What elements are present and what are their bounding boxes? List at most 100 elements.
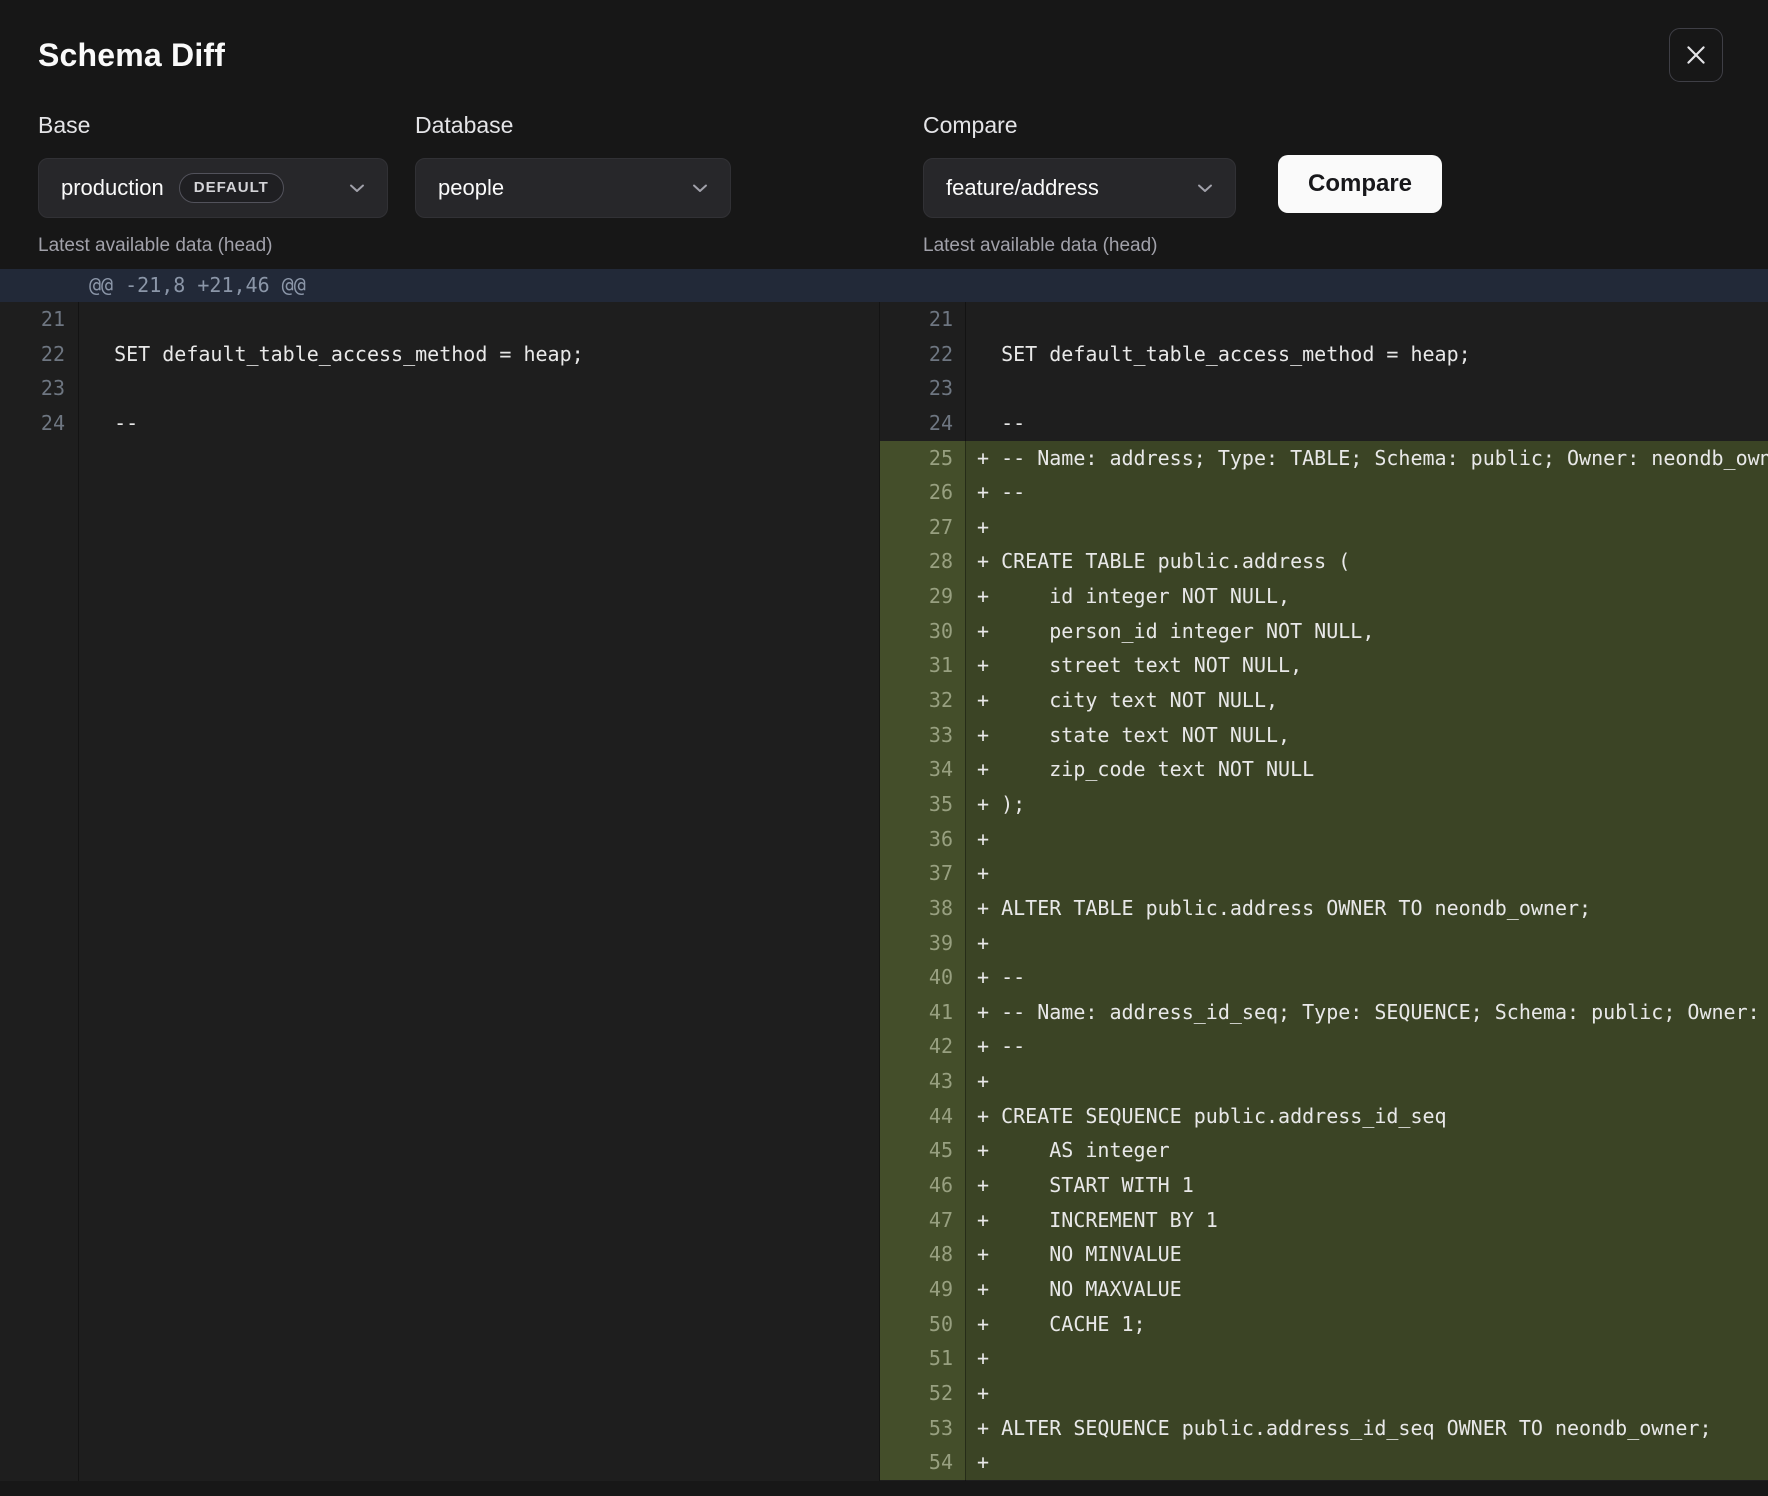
controls-bar: Base production DEFAULT Latest available…: [0, 104, 1768, 257]
line-content: + --: [965, 1029, 1768, 1064]
line-content: + NO MAXVALUE: [965, 1272, 1768, 1307]
compare-select[interactable]: feature/address: [923, 158, 1236, 218]
diff-line: 29+ id integer NOT NULL,: [880, 579, 1768, 614]
line-content: + START WITH 1: [965, 1168, 1768, 1203]
diff-line: 44+ CREATE SEQUENCE public.address_id_se…: [880, 1099, 1768, 1134]
line-content: + city text NOT NULL,: [965, 683, 1768, 718]
line-content: + id integer NOT NULL,: [965, 579, 1768, 614]
line-number: 32: [880, 683, 965, 718]
line-number: 44: [880, 1099, 965, 1134]
line-number: 47: [880, 1203, 965, 1238]
line-content: +: [965, 822, 1768, 857]
diff-line: 22 SET default_table_access_method = hea…: [880, 337, 1768, 372]
diff-line: 31+ street text NOT NULL,: [880, 648, 1768, 683]
line-number: 41: [880, 995, 965, 1030]
line-content: + CACHE 1;: [965, 1307, 1768, 1342]
base-select[interactable]: production DEFAULT: [38, 158, 388, 218]
line-content: + --: [965, 960, 1768, 995]
line-number: 21: [0, 302, 78, 337]
diff-line: 48+ NO MINVALUE: [880, 1237, 1768, 1272]
diff-line: 42+ --: [880, 1029, 1768, 1064]
line-content: +: [965, 1445, 1768, 1480]
diff-line: 24 --: [0, 406, 879, 441]
diff-line: 46+ START WITH 1: [880, 1168, 1768, 1203]
line-content: --: [78, 406, 879, 441]
diff-line: 39+: [880, 926, 1768, 961]
line-content: + ALTER SEQUENCE public.address_id_seq O…: [965, 1411, 1768, 1446]
line-number: 40: [880, 960, 965, 995]
line-number: 23: [880, 371, 965, 406]
line-content: + CREATE SEQUENCE public.address_id_seq: [965, 1099, 1768, 1134]
line-content: SET default_table_access_method = heap;: [965, 337, 1768, 372]
line-content: +: [965, 510, 1768, 545]
schema-diff-modal: Schema Diff Base production DEFAULT: [0, 0, 1768, 1481]
line-content: + person_id integer NOT NULL,: [965, 614, 1768, 649]
database-column: Database people: [415, 112, 731, 218]
diff-line: 45+ AS integer: [880, 1133, 1768, 1168]
diff-line: 32+ city text NOT NULL,: [880, 683, 1768, 718]
line-number: 48: [880, 1237, 965, 1272]
diff-line: 23: [0, 371, 879, 406]
diff-line: 28+ CREATE TABLE public.address (: [880, 544, 1768, 579]
diff-line: 38+ ALTER TABLE public.address OWNER TO …: [880, 891, 1768, 926]
line-content: + --: [965, 475, 1768, 510]
line-content: +: [965, 856, 1768, 891]
line-number: 54: [880, 1445, 965, 1480]
line-number: 35: [880, 787, 965, 822]
line-number: 24: [880, 406, 965, 441]
line-number: 49: [880, 1272, 965, 1307]
database-select[interactable]: people: [415, 158, 731, 218]
line-number: 50: [880, 1307, 965, 1342]
compare-hint: Latest available data (head): [923, 235, 1236, 257]
base-value: production: [61, 175, 164, 201]
line-number: 39: [880, 926, 965, 961]
line-content: --: [965, 406, 1768, 441]
compare-button[interactable]: Compare: [1278, 155, 1442, 213]
database-label: Database: [415, 112, 731, 139]
hunk-header: @@ -21,8 +21,46 @@: [0, 269, 879, 302]
hunk-header-row: @@ -21,8 +21,46 @@: [0, 269, 1768, 302]
diff-line: 54+: [880, 1445, 1768, 1480]
line-number: 29: [880, 579, 965, 614]
diff-line: 37+: [880, 856, 1768, 891]
diff-line: 47+ INCREMENT BY 1: [880, 1203, 1768, 1238]
line-number: 42: [880, 1029, 965, 1064]
diff-line: 27+: [880, 510, 1768, 545]
line-content: SET default_table_access_method = heap;: [78, 337, 879, 372]
line-number: 27: [880, 510, 965, 545]
diff-line: 49+ NO MAXVALUE: [880, 1272, 1768, 1307]
diff-line: 21: [0, 302, 879, 337]
pane-filler: [880, 1480, 1768, 1481]
diff-right-pane: 21 22 SET default_table_access_method = …: [879, 302, 1768, 1481]
chevron-down-icon: [688, 176, 712, 200]
line-content: + street text NOT NULL,: [965, 648, 1768, 683]
line-number: 28: [880, 544, 965, 579]
diff-panes: 21 22 SET default_table_access_method = …: [0, 302, 1768, 1481]
line-content: + AS integer: [965, 1133, 1768, 1168]
line-content: [965, 371, 1768, 406]
diff-line: 24 --: [880, 406, 1768, 441]
line-content: +: [965, 926, 1768, 961]
diff-line: 33+ state text NOT NULL,: [880, 718, 1768, 753]
line-content: + );: [965, 787, 1768, 822]
close-button[interactable]: [1669, 28, 1723, 82]
diff-line: 43+: [880, 1064, 1768, 1099]
line-number: 22: [0, 337, 78, 372]
line-content: + CREATE TABLE public.address (: [965, 544, 1768, 579]
line-number: 36: [880, 822, 965, 857]
database-value: people: [438, 175, 504, 201]
diff-line: 22 SET default_table_access_method = hea…: [0, 337, 879, 372]
compare-value: feature/address: [946, 175, 1099, 201]
diff-line: 30+ person_id integer NOT NULL,: [880, 614, 1768, 649]
base-column: Base production DEFAULT Latest available…: [38, 112, 388, 257]
line-number: 22: [880, 337, 965, 372]
diff-line: 41+ -- Name: address_id_seq; Type: SEQUE…: [880, 995, 1768, 1030]
modal-header: Schema Diff: [0, 0, 1768, 104]
line-number: 25: [880, 441, 965, 476]
diff-line: 34+ zip_code text NOT NULL: [880, 752, 1768, 787]
line-content: [78, 302, 879, 337]
compare-label: Compare: [923, 112, 1236, 139]
line-number: 51: [880, 1341, 965, 1376]
chevron-down-icon: [1193, 176, 1217, 200]
line-number: 34: [880, 752, 965, 787]
